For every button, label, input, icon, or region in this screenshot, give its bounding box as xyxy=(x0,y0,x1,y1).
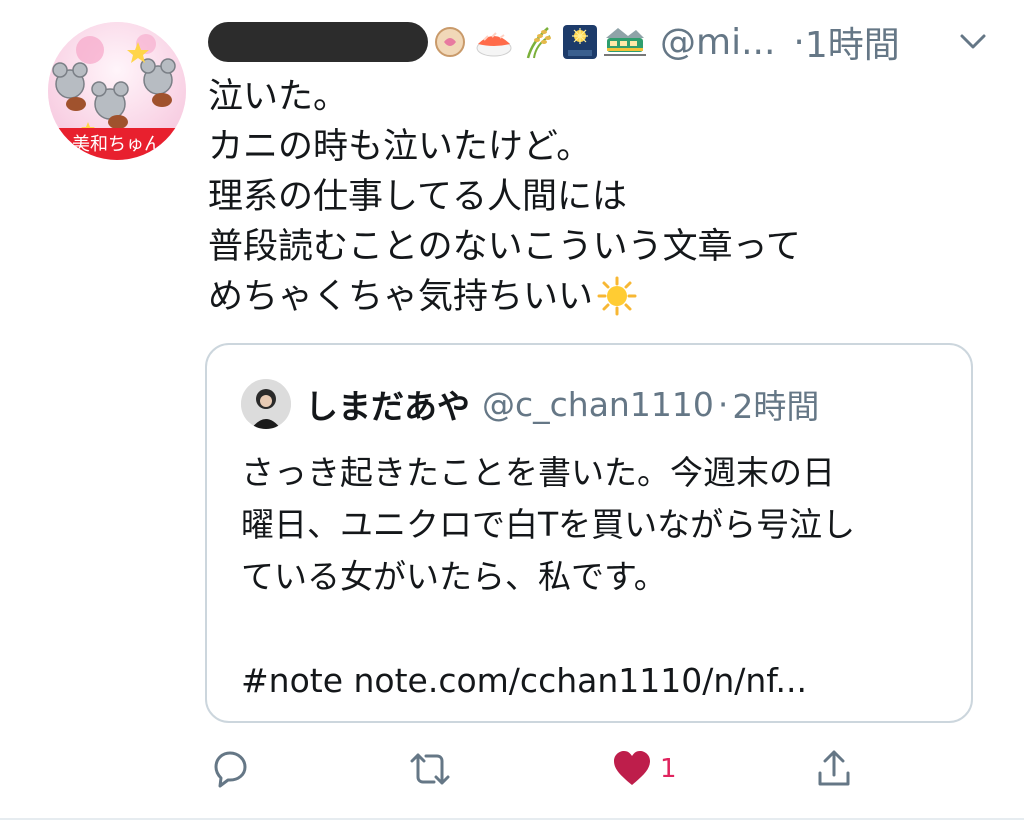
quoted-tweet-header: しまだあや @c_chan1110 · 2時間 xyxy=(241,377,819,431)
rice-plant-emoji xyxy=(526,27,551,59)
heart-icon xyxy=(614,751,650,785)
quoted-handle: @c_chan1110 xyxy=(482,384,714,424)
tweet-line: めちゃくちゃ気持ちいい xyxy=(208,277,594,317)
train-emoji xyxy=(604,28,646,56)
quoted-tweet-card[interactable]: しまだあや @c_chan1110 · 2時間 さっき起きたことを書いた。今週末… xyxy=(205,343,973,723)
share-button[interactable] xyxy=(812,742,856,796)
tweet-line-last: めちゃくちゃ気持ちいい xyxy=(208,272,988,330)
reply-button[interactable] xyxy=(208,742,252,796)
fish-cake-emoji xyxy=(435,27,465,57)
user-handle[interactable]: @mi... xyxy=(660,22,775,63)
tweet-time-separator: · xyxy=(793,21,805,63)
share-icon xyxy=(818,750,850,786)
quoted-user-avatar xyxy=(241,379,291,429)
quoted-timestamp: 2時間 xyxy=(732,387,820,426)
tweet-line: カニの時も泣いたけど。 xyxy=(208,127,592,167)
svg-text:美和ちゅん: 美和ちゅん xyxy=(72,134,162,155)
name-emoji-strip xyxy=(432,24,646,60)
tweet-divider xyxy=(0,818,1024,820)
quoted-line: 曜日、ユニクロで白Tを買いながら号泣し xyxy=(241,505,856,544)
tweet-line: 泣いた。 xyxy=(208,77,349,117)
display-name-redacted[interactable] xyxy=(208,22,428,62)
quoted-line: さっき起きたことを書いた。今週末の日 xyxy=(241,453,835,492)
tweet-actions: 1 xyxy=(208,742,868,796)
sushi-emoji xyxy=(476,32,512,57)
tweet-body: 泣いた。 カニの時も泣いたけど。 理系の仕事してる人間には 普段読むことのないこ… xyxy=(208,72,988,330)
quoted-tweet-text: さっき起きたことを書いた。今週末の日 曜日、ユニクロで白Tを買いながら号泣し て… xyxy=(241,447,951,707)
like-button[interactable]: 1 xyxy=(610,742,677,796)
tweet-timestamp[interactable]: 1時間 xyxy=(805,16,900,68)
quoted-line-blank xyxy=(241,603,951,655)
like-count: 1 xyxy=(660,754,677,784)
tweet-line: 普段読むことのないこういう文章って xyxy=(208,227,801,267)
retweet-icon xyxy=(410,753,450,785)
quoted-link-line: #note note.com/cchan1110/n/nf... xyxy=(241,661,807,700)
quoted-display-name: しまだあや xyxy=(305,387,470,426)
tweet[interactable]: 美和ちゅん @mi... · 1時間 泣いた。 カニの時も泣いたけど。 理系の仕… xyxy=(0,0,1024,822)
quoted-separator: · xyxy=(717,384,729,424)
retweet-button[interactable] xyxy=(406,742,454,796)
chevron-down-icon[interactable] xyxy=(958,30,988,58)
fireworks-emoji xyxy=(563,25,597,59)
user-avatar[interactable]: 美和ちゅん xyxy=(48,22,186,160)
sun-emoji xyxy=(597,276,637,330)
reply-icon xyxy=(214,751,247,788)
quoted-line: ている女がいたら、私です。 xyxy=(241,557,667,596)
tweet-header: @mi... · 1時間 xyxy=(208,16,988,68)
tweet-line: 理系の仕事してる人間には xyxy=(208,177,627,217)
